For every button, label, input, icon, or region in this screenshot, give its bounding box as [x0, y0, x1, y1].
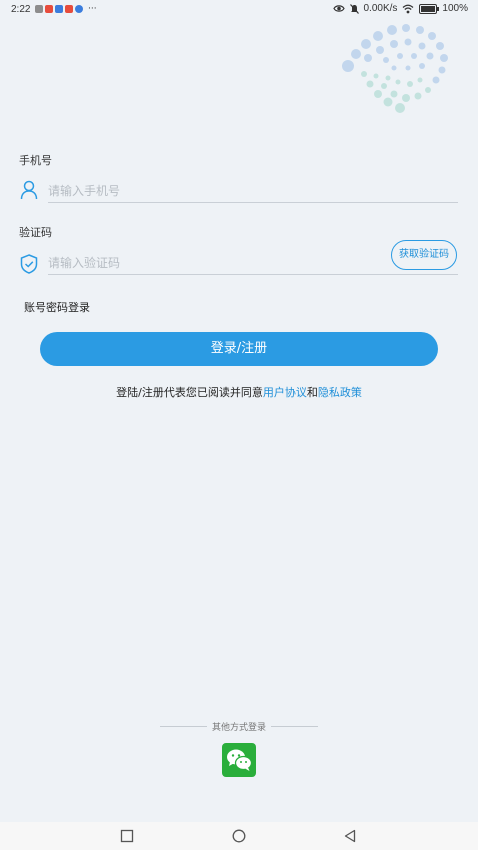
home-icon[interactable] [232, 829, 246, 843]
navigation-bar [0, 822, 478, 850]
app-notification-icon [75, 5, 83, 13]
divider-line-right [271, 725, 319, 727]
wifi-icon [402, 4, 414, 13]
code-label: 验证码 [19, 226, 52, 239]
status-right: 0.00K/s 100% [332, 3, 468, 14]
status-time: 2:22 [11, 4, 31, 15]
shield-check-icon [20, 254, 38, 274]
agreement-prefix: 登陆/注册代表您已阅读并同意 [116, 386, 263, 399]
other-login-title: 其他方式登录 [212, 722, 267, 733]
battery-level: 100% [442, 3, 468, 14]
password-login-link[interactable]: 账号密码登录 [24, 299, 90, 315]
agreement-text: 登陆/注册代表您已阅读并同意用户协议和隐私政策 [0, 384, 478, 400]
app-notification-icon [45, 5, 53, 13]
network-speed: 0.00K/s [363, 3, 398, 14]
decorative-dots-logo [342, 24, 448, 113]
divider-line-left [160, 725, 207, 727]
back-icon[interactable] [343, 829, 357, 843]
app-notification-icon [65, 5, 73, 13]
wechat-icon [227, 749, 253, 771]
more-notifications-indicator: ··· [88, 4, 97, 14]
app-notification-icon [35, 5, 43, 13]
phone-label: 手机号 [19, 154, 52, 167]
user-icon [20, 180, 38, 200]
battery-icon [419, 3, 440, 14]
recent-apps-icon[interactable] [120, 829, 134, 843]
phone-input[interactable] [48, 180, 458, 203]
login-register-button[interactable]: 登录/注册 [40, 332, 438, 366]
notification-icons: ··· [35, 4, 97, 14]
app-notification-icon [55, 5, 63, 13]
privacy-policy-link[interactable]: 隐私政策 [318, 386, 362, 399]
wechat-login-button[interactable] [222, 743, 256, 777]
other-login-divider: 其他方式登录 [160, 719, 319, 733]
mute-icon [349, 3, 359, 14]
user-agreement-link[interactable]: 用户协议 [263, 386, 307, 399]
get-code-button[interactable]: 获取验证码 [391, 240, 457, 270]
agreement-connector: 和 [306, 386, 318, 399]
eye-icon [332, 5, 345, 12]
